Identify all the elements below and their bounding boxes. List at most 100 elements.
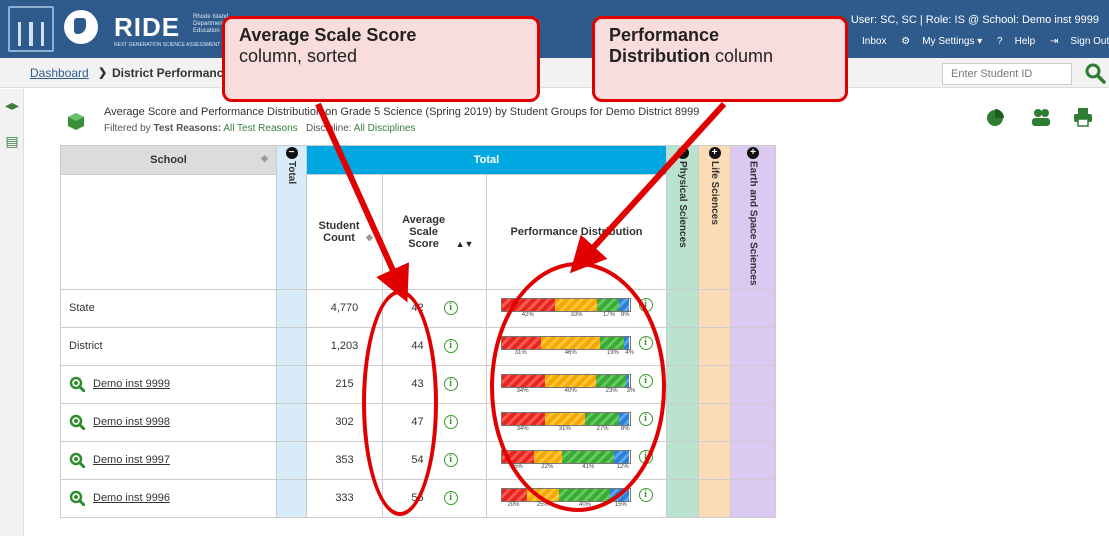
school-cell: Demo inst 9996 bbox=[60, 478, 277, 518]
life-sciences-label: Life Sciences bbox=[709, 161, 720, 225]
help-link[interactable]: Help bbox=[1015, 36, 1036, 47]
search-icon[interactable] bbox=[1084, 62, 1106, 84]
expand-physical-icon[interactable]: + bbox=[676, 147, 689, 159]
report-title: Average Score and Performance Distributi… bbox=[104, 106, 700, 118]
sign-out-link[interactable]: Sign Out bbox=[1070, 36, 1109, 47]
school-column-header[interactable]: School ◆ bbox=[60, 145, 277, 175]
magnify-icon[interactable] bbox=[69, 414, 85, 431]
left-rail: ◂▸ ▤ bbox=[0, 89, 24, 536]
expand-earth-icon[interactable]: + bbox=[747, 147, 759, 159]
info-icon[interactable]: i bbox=[638, 488, 653, 503]
sign-out-icon: ⇥ bbox=[1049, 36, 1059, 47]
earth-space-sciences-cell bbox=[730, 478, 776, 518]
physical-sciences-cell bbox=[666, 440, 699, 480]
total-band-header: Total bbox=[306, 145, 667, 175]
info-icon[interactable]: i bbox=[443, 339, 458, 354]
expand-collapse-icon[interactable]: ◂▸ bbox=[4, 97, 20, 113]
info-icon[interactable]: i bbox=[443, 301, 458, 316]
magnify-icon[interactable] bbox=[69, 490, 85, 507]
perf-level-4-pct: 15% bbox=[614, 502, 627, 509]
school-name-link[interactable]: Demo inst 9999 bbox=[93, 378, 170, 390]
total-strip-cell bbox=[276, 326, 307, 366]
school-cell: Demo inst 9997 bbox=[60, 440, 277, 480]
top-nav: Inbox ⚙ My Settings ▾ ? Help ⇥ Sign Out bbox=[862, 36, 1109, 47]
perf-callout-text: column bbox=[715, 46, 774, 66]
filter-discipline-label: Discipline: bbox=[305, 123, 352, 134]
clipboard-icon[interactable]: ▤ bbox=[4, 133, 20, 149]
sort-icon[interactable]: ◆ bbox=[366, 232, 373, 243]
report-cube-icon bbox=[68, 113, 84, 130]
student-count-label: Student Count bbox=[318, 219, 360, 244]
avg-score-highlight-ellipse bbox=[362, 290, 438, 516]
perf-dist-highlight-ellipse bbox=[490, 262, 666, 512]
performance-distribution-label: Performance Distribution bbox=[510, 225, 643, 238]
perf-callout-bold-1: Performance bbox=[609, 25, 720, 45]
life-sciences-cell bbox=[698, 402, 731, 442]
total-strip-cell bbox=[276, 288, 307, 328]
avg-callout-text: column, sorted bbox=[239, 46, 358, 66]
school-header-blank bbox=[60, 173, 277, 290]
physical-sciences-cell bbox=[666, 402, 699, 442]
earth-space-sciences-header[interactable]: + Earth and Space Sciences bbox=[730, 145, 776, 290]
info-icon[interactable]: i bbox=[443, 453, 458, 468]
info-icon[interactable]: i bbox=[443, 415, 458, 430]
filter-test-reasons-value[interactable]: All Test Reasons bbox=[223, 123, 297, 134]
filter-test-reasons-label: Test Reasons: bbox=[153, 123, 222, 134]
physical-sciences-cell bbox=[666, 478, 699, 518]
school-cell: Demo inst 9999 bbox=[60, 364, 277, 404]
physical-sciences-cell bbox=[666, 364, 699, 404]
school-header-label: School bbox=[150, 153, 187, 166]
avg-scale-score-header[interactable]: Average Scale Score ▲▼ bbox=[382, 173, 487, 290]
avg-scale-score-label: Average Scale Score bbox=[402, 213, 446, 250]
user-role-info: User: SC, SC | Role: IS @ School: Demo i… bbox=[850, 14, 1099, 26]
physical-sciences-header[interactable]: + Physical Sciences bbox=[666, 145, 699, 290]
sort-icon[interactable]: ◆ bbox=[261, 153, 268, 164]
inbox-link[interactable]: Inbox bbox=[862, 36, 886, 47]
state-seal-icon bbox=[64, 10, 98, 44]
settings-menu[interactable]: My Settings ▾ bbox=[922, 36, 982, 47]
total-strip-cell bbox=[276, 440, 307, 480]
school-cell: District bbox=[60, 326, 277, 366]
student-id-search-input[interactable] bbox=[942, 63, 1072, 85]
perf-level-1-pct: 20% bbox=[507, 502, 520, 509]
info-icon[interactable]: i bbox=[443, 377, 458, 392]
school-name-link[interactable]: Demo inst 9998 bbox=[93, 416, 170, 428]
app-header: RIDE Rhode Island Department of Educatio… bbox=[0, 0, 1109, 58]
expand-life-icon[interactable]: + bbox=[708, 147, 721, 159]
physical-sciences-cell bbox=[666, 326, 699, 366]
avg-scale-score-callout: Average Scale Score column, sorted bbox=[222, 16, 540, 102]
perf-level-1-segment bbox=[501, 489, 528, 502]
student-groups-icon[interactable] bbox=[1030, 106, 1052, 128]
physical-sciences-cell bbox=[666, 288, 699, 328]
help-icon: ? bbox=[997, 36, 1003, 47]
breadcrumb-separator: ❯ bbox=[98, 67, 108, 79]
school-cell: Demo inst 9998 bbox=[60, 402, 277, 442]
pie-chart-icon[interactable] bbox=[984, 106, 1006, 128]
physical-sciences-label: Physical Sciences bbox=[677, 161, 688, 248]
school-cell: State bbox=[60, 288, 277, 328]
total-strip-cell bbox=[276, 402, 307, 442]
total-strip-label: Total bbox=[286, 161, 297, 185]
student-count-cell: 4,770 bbox=[306, 288, 383, 328]
filter-discipline-value[interactable]: All Disciplines bbox=[354, 123, 416, 134]
magnify-icon[interactable] bbox=[69, 376, 85, 393]
info-icon[interactable]: i bbox=[443, 491, 458, 506]
perf-distribution-callout: Performance Distribution column bbox=[592, 16, 848, 102]
life-sciences-cell bbox=[698, 478, 731, 518]
school-name: State bbox=[69, 302, 95, 315]
collapse-total-icon[interactable]: − bbox=[285, 147, 298, 159]
magnify-icon[interactable] bbox=[69, 452, 85, 469]
breadcrumb-dashboard-link[interactable]: Dashboard bbox=[30, 66, 89, 80]
gear-icon: ⚙ bbox=[901, 36, 911, 47]
school-name-link[interactable]: Demo inst 9996 bbox=[93, 492, 170, 504]
school-name-link[interactable]: Demo inst 9997 bbox=[93, 454, 170, 466]
life-sciences-cell bbox=[698, 326, 731, 366]
avg-callout-bold: Average Scale Score bbox=[239, 25, 417, 45]
sort-descending-icon[interactable]: ▲▼ bbox=[456, 239, 474, 249]
life-sciences-header[interactable]: + Life Sciences bbox=[698, 145, 731, 290]
student-count-header[interactable]: Student Count ◆ bbox=[306, 173, 383, 290]
brand-logo-text: RIDE bbox=[114, 12, 181, 42]
perf-callout-bold-2: Distribution bbox=[609, 46, 710, 66]
print-icon[interactable] bbox=[1072, 106, 1094, 128]
total-strip-header[interactable]: − Total bbox=[276, 145, 307, 290]
